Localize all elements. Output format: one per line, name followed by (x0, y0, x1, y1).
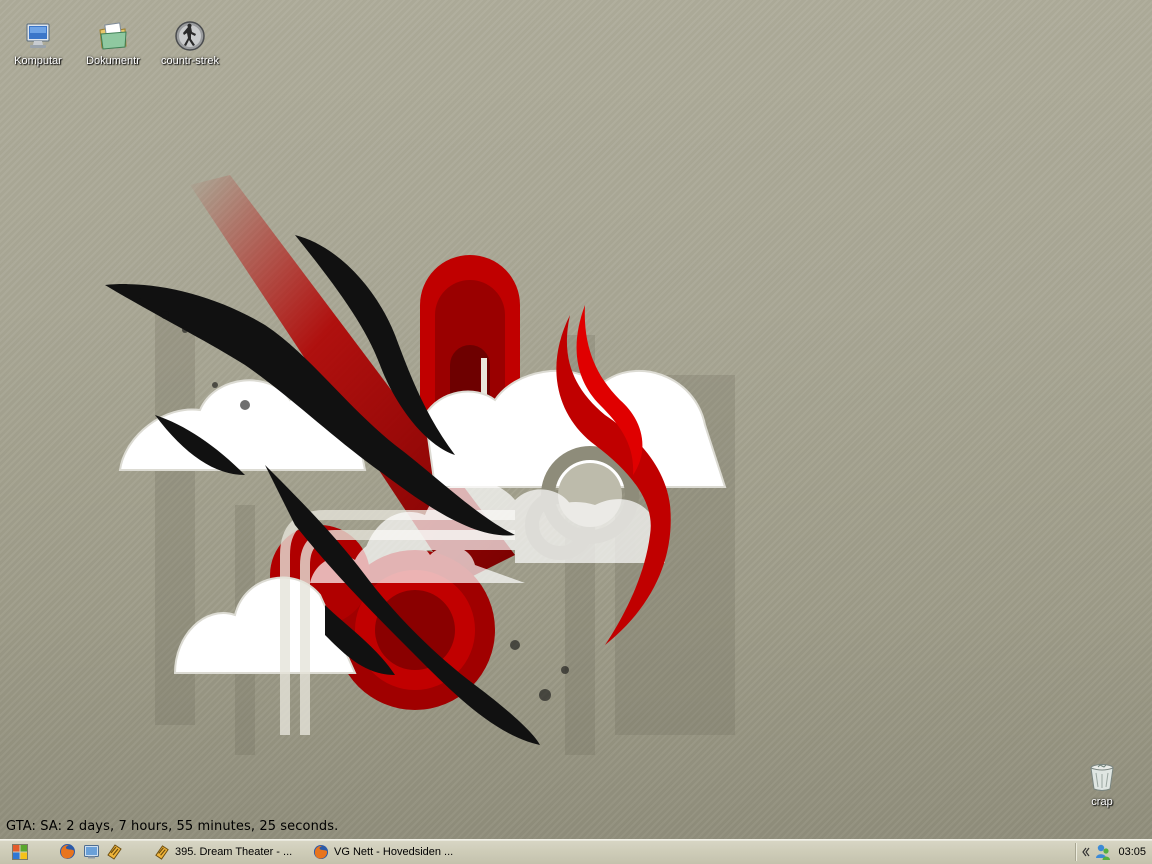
messenger-icon[interactable] (1094, 843, 1112, 861)
start-button[interactable] (12, 844, 28, 860)
desktop-icon-computer[interactable]: Komputar (0, 20, 76, 68)
documents-icon (99, 22, 127, 50)
taskbar-button-winamp[interactable]: 395. Dream Theater - ... (150, 842, 300, 862)
tray-collapse-icon[interactable] (1082, 847, 1090, 857)
desktop-icon-counter-strike[interactable]: countr-strek (152, 20, 228, 68)
taskbar-button-firefox[interactable]: VG Nett - Hovedsiden ... (309, 842, 469, 862)
firefox-icon (313, 844, 329, 860)
desktop-icon-recycle-bin[interactable]: crap (1064, 761, 1140, 809)
desktop-icon-documents[interactable]: Dokumentr (75, 20, 151, 68)
uptime-text: GTA: SA: 2 days, 7 hours, 55 minutes, 25… (6, 819, 339, 834)
desktop-icon-label: countr-strek (160, 55, 220, 67)
clock[interactable]: 03:05 (1118, 846, 1146, 858)
recycle-bin-icon (1090, 764, 1114, 791)
task-label: VG Nett - Hovedsiden ... (334, 846, 454, 858)
task-label: 395. Dream Theater - ... (175, 846, 293, 858)
winamp-icon (155, 845, 169, 860)
desktop-icon-label: crap (1091, 796, 1113, 808)
computer-icon (26, 23, 50, 48)
taskbar: 395. Dream Theater - ... VG Nett - Hoved… (0, 839, 1152, 864)
desktop-icon-label: Dokumentr (86, 55, 140, 67)
quicklaunch-show-desktop[interactable] (83, 843, 100, 860)
quicklaunch-firefox[interactable] (59, 843, 76, 860)
tray-separator (1075, 843, 1077, 861)
wallpaper-art (105, 175, 735, 755)
desktop-icon-label: Komputar (14, 55, 62, 67)
counter-strike-icon (175, 21, 205, 51)
system-tray: 03:05 (1075, 841, 1152, 863)
quicklaunch-winamp[interactable] (106, 843, 123, 860)
